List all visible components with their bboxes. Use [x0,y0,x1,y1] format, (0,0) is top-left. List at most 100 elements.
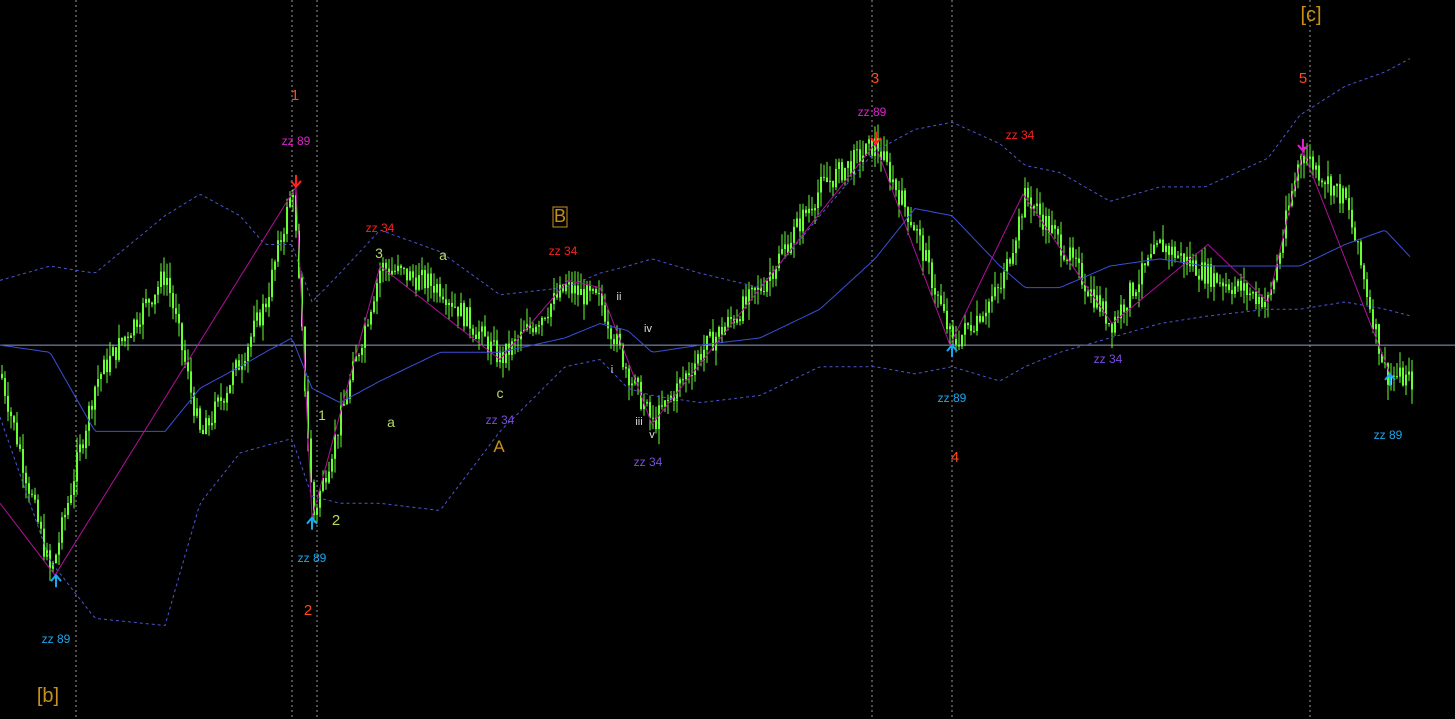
candle-body [433,285,435,293]
candle-body [625,367,627,369]
candle-body [403,267,405,269]
candle-body [1105,301,1107,324]
candle-body [79,444,81,453]
candle-body [142,303,144,325]
candle-body [661,405,663,407]
candle-body [997,287,999,289]
candle-body [1150,254,1152,258]
candle-body [490,341,492,353]
candle-body [610,328,612,340]
candle-body [115,347,117,360]
candle-body [271,269,273,298]
wave-label: zz 89 [938,391,967,405]
candle-body [967,323,969,326]
candle-body [958,344,960,347]
candle-body [1348,198,1350,210]
candle-body [37,499,39,522]
candle-body [469,307,471,329]
candle-body [949,326,951,330]
candle-body [370,311,372,325]
candle-body [553,293,555,304]
candle-body [1015,240,1017,254]
wave-label: 4 [951,449,959,466]
wave-label: B [554,206,566,226]
candle-body [955,339,957,345]
wave-label: v [649,429,655,441]
candle-body [289,197,291,207]
candle-body [766,280,768,292]
candle-body [1225,284,1227,287]
candle-body [811,208,813,211]
candle-body [913,225,915,231]
candle-body [100,374,102,379]
candle-body [94,386,96,410]
candle-body [217,397,219,402]
candle-body [127,336,129,338]
candle-body [1009,259,1011,264]
candle-body [1054,225,1056,229]
candle-body [109,355,111,373]
candle-body [730,317,732,319]
candle-body [4,378,6,396]
candle-body [16,422,18,445]
candle-body [541,317,543,326]
candle-body [937,294,939,296]
candle-body [1264,301,1266,308]
candle-body [838,162,840,169]
candle-body [793,226,795,243]
candle-body [214,401,216,423]
candle-body [1108,322,1110,324]
candle-body [1066,259,1068,261]
candle-body [172,293,174,309]
candle-body [940,295,942,305]
candle-body [580,289,582,295]
candle-body [1162,239,1164,253]
wave-label: [b] [37,685,59,707]
candle-body [808,208,810,214]
candle-body [157,286,159,295]
candle-body [568,282,570,285]
candle-body [943,304,945,311]
candle-body [1147,257,1149,266]
candle-body [988,301,990,313]
candle-body [604,305,606,322]
candle-body [1402,367,1404,386]
candle-body [931,262,933,289]
candle-body [406,268,408,281]
candle-body [895,179,897,191]
wave-label: 5 [1299,70,1307,87]
candle-body [367,324,369,326]
candle-body [1153,244,1155,255]
candle-body [373,301,375,312]
candle-body [1210,264,1212,287]
candle-body [400,265,402,268]
candle-body [70,494,72,503]
candle-body [106,359,108,373]
candle-body [1039,203,1041,215]
candle-body [31,493,33,495]
candle-body [1369,297,1371,310]
candle-body [133,319,135,336]
candle-body [484,326,486,337]
candle-body [1303,155,1305,164]
candle-body [1057,228,1059,235]
candle-body [292,195,294,198]
candle-body [22,448,24,473]
candle-body [1135,292,1137,296]
candle-body [475,334,477,339]
candle-body [1072,247,1074,258]
candle-body [841,162,843,181]
price-chart[interactable]: 1zz 89zz 343 aBzz 34iiivic1 a zz 34 iiivAzz … [0,0,1455,719]
candle-body [283,233,285,242]
wave-label: zz 34 [366,221,395,235]
candle-body [247,346,249,362]
candle-body [190,371,192,393]
candle-body [934,288,936,295]
candle-body [442,296,444,300]
candle-body [1408,371,1410,375]
candle-body [1363,265,1365,280]
candle-body [112,347,114,356]
candle-body [1315,165,1317,170]
candle-body [535,326,537,333]
candle-body [445,299,447,306]
